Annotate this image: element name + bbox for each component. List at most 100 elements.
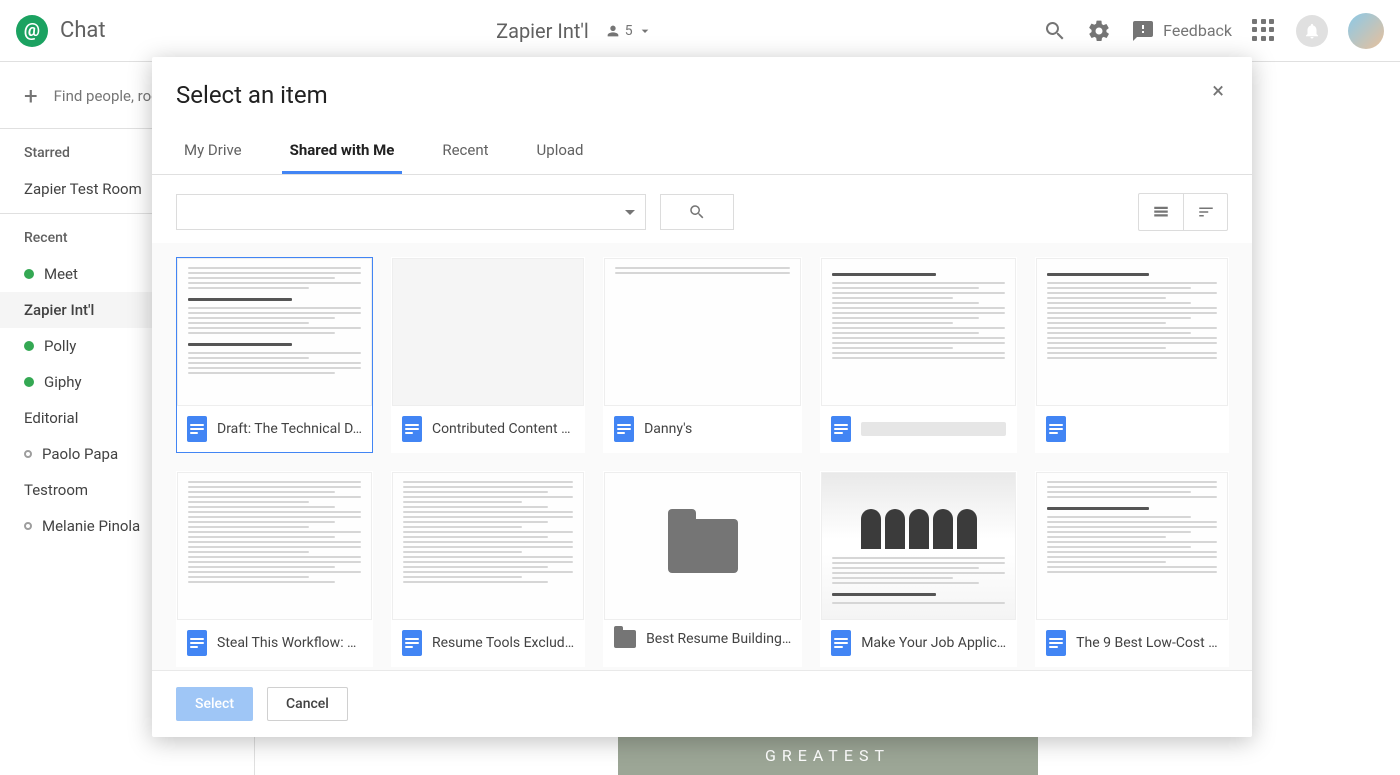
- file-thumbnail: [392, 472, 584, 620]
- presence-dot-icon: [24, 450, 32, 458]
- dialog-title: Select an item: [176, 81, 328, 109]
- file-name: Steal This Workflow: …: [217, 635, 356, 651]
- docs-icon: [1046, 630, 1066, 656]
- file-thumbnail: [821, 258, 1016, 406]
- file-card[interactable]: Contributed Content …: [391, 257, 585, 453]
- gear-icon[interactable]: [1087, 19, 1111, 43]
- picker-tabs: My Drive Shared with Me Recent Upload: [152, 129, 1252, 175]
- file-card[interactable]: [820, 257, 1017, 453]
- file-name: Contributed Content …: [432, 421, 571, 437]
- feedback-label: Feedback: [1163, 21, 1232, 40]
- notifications-button[interactable]: [1296, 15, 1328, 47]
- file-thumbnail: [604, 472, 801, 620]
- file-name: Resume Tools Exclud…: [432, 635, 574, 651]
- plus-icon: +: [24, 82, 38, 110]
- sidebar-item-label: Zapier Int'l: [24, 301, 94, 319]
- file-card[interactable]: Steal This Workflow: …: [176, 471, 373, 667]
- folder-icon: [614, 630, 636, 648]
- sidebar-item-label: Polly: [44, 337, 76, 355]
- feedback-icon: [1131, 19, 1155, 43]
- tab-shared-with-me[interactable]: Shared with Me: [282, 129, 403, 174]
- file-card[interactable]: Best Resume Building…: [603, 471, 802, 667]
- apps-icon[interactable]: [1252, 19, 1276, 43]
- sidebar-item-label: Melanie Pinola: [42, 517, 140, 535]
- search-button[interactable]: [660, 194, 734, 230]
- file-card[interactable]: Make Your Job Applic…: [820, 471, 1017, 667]
- tab-upload[interactable]: Upload: [529, 129, 592, 174]
- dialog-footer: Select Cancel: [152, 670, 1252, 737]
- product-name: Chat: [60, 18, 106, 43]
- presence-dot-icon: [24, 377, 34, 387]
- file-name: Make Your Job Applic…: [861, 635, 1006, 651]
- file-thumbnail: [177, 258, 372, 406]
- file-thumbnail: [177, 472, 372, 620]
- docs-icon: [402, 416, 422, 442]
- docs-icon: [831, 630, 851, 656]
- list-view-icon: [1152, 203, 1170, 221]
- view-toggle-group: [1138, 193, 1228, 231]
- presence-dot-icon: [24, 522, 32, 530]
- file-card[interactable]: Danny's: [603, 257, 802, 453]
- cancel-button[interactable]: Cancel: [267, 687, 348, 721]
- tab-recent[interactable]: Recent: [434, 129, 496, 174]
- appbar-left: Chat: [16, 15, 106, 47]
- select-button[interactable]: Select: [176, 687, 253, 721]
- file-thumbnail: [604, 258, 801, 406]
- file-thumbnail: [821, 472, 1016, 620]
- file-card[interactable]: [1035, 257, 1228, 453]
- file-name: The 9 Best Low-Cost …: [1076, 635, 1217, 651]
- chevron-down-icon: [625, 210, 635, 215]
- dialog-header: Select an item ×: [152, 57, 1252, 117]
- docs-icon: [402, 630, 422, 656]
- file-card[interactable]: The 9 Best Low-Cost …: [1035, 471, 1228, 667]
- file-thumbnail: [1036, 258, 1227, 406]
- file-grid-scroll[interactable]: Draft: The Technical D… Contributed Cont…: [152, 243, 1252, 670]
- presence-dot-icon: [24, 341, 34, 351]
- file-grid: Draft: The Technical D… Contributed Cont…: [176, 257, 1228, 667]
- file-thumbnail: [392, 258, 584, 406]
- presence-dot-icon: [24, 269, 34, 279]
- tab-my-drive[interactable]: My Drive: [176, 129, 250, 174]
- search-icon: [688, 203, 706, 221]
- sidebar-item-label: Editorial: [24, 409, 78, 427]
- account-avatar[interactable]: [1348, 13, 1384, 49]
- file-name: Best Resume Building…: [646, 631, 791, 647]
- room-name[interactable]: Zapier Int'l: [496, 19, 589, 43]
- close-button[interactable]: ×: [1208, 81, 1228, 103]
- folder-icon: [668, 519, 738, 573]
- docs-icon: [831, 416, 851, 442]
- bell-icon: [1303, 22, 1321, 40]
- picker-toolbar: [152, 175, 1252, 243]
- sidebar-item-label: Meet: [44, 265, 78, 283]
- sort-az-button[interactable]: [1183, 194, 1227, 230]
- sidebar-item-label: Testroom: [24, 481, 88, 499]
- sort-az-icon: [1197, 203, 1215, 221]
- file-name: Danny's: [644, 421, 692, 437]
- file-name-redacted: [861, 422, 1006, 436]
- video-preview: GREATEST: [618, 735, 1038, 775]
- filter-dropdown[interactable]: [176, 194, 646, 230]
- feedback-button[interactable]: Feedback: [1131, 19, 1232, 43]
- member-count-dropdown[interactable]: 5: [605, 23, 653, 39]
- video-text: GREATEST: [765, 746, 890, 765]
- docs-icon: [187, 416, 207, 442]
- chevron-down-icon: [637, 23, 653, 39]
- sidebar-item-label: Zapier Test Room: [24, 180, 142, 198]
- view-list-button[interactable]: [1139, 194, 1183, 230]
- appbar-center: Zapier Int'l 5: [106, 19, 1044, 43]
- file-card[interactable]: Draft: The Technical D…: [176, 257, 373, 453]
- sidebar-item-label: Giphy: [44, 373, 82, 391]
- app-bar: Chat Zapier Int'l 5 Feedback: [0, 0, 1400, 62]
- file-thumbnail: [1036, 472, 1227, 620]
- member-count-value: 5: [625, 23, 633, 39]
- docs-icon: [1046, 416, 1066, 442]
- file-picker-dialog: Select an item × My Drive Shared with Me…: [152, 57, 1252, 737]
- file-name: Draft: The Technical D…: [217, 421, 362, 437]
- appbar-right: Feedback: [1043, 13, 1384, 49]
- search-icon[interactable]: [1043, 19, 1067, 43]
- person-icon: [605, 23, 621, 39]
- docs-icon: [614, 416, 634, 442]
- chat-logo-icon: [16, 15, 48, 47]
- file-card[interactable]: Resume Tools Exclud…: [391, 471, 585, 667]
- sidebar-item-label: Paolo Papa: [42, 445, 118, 463]
